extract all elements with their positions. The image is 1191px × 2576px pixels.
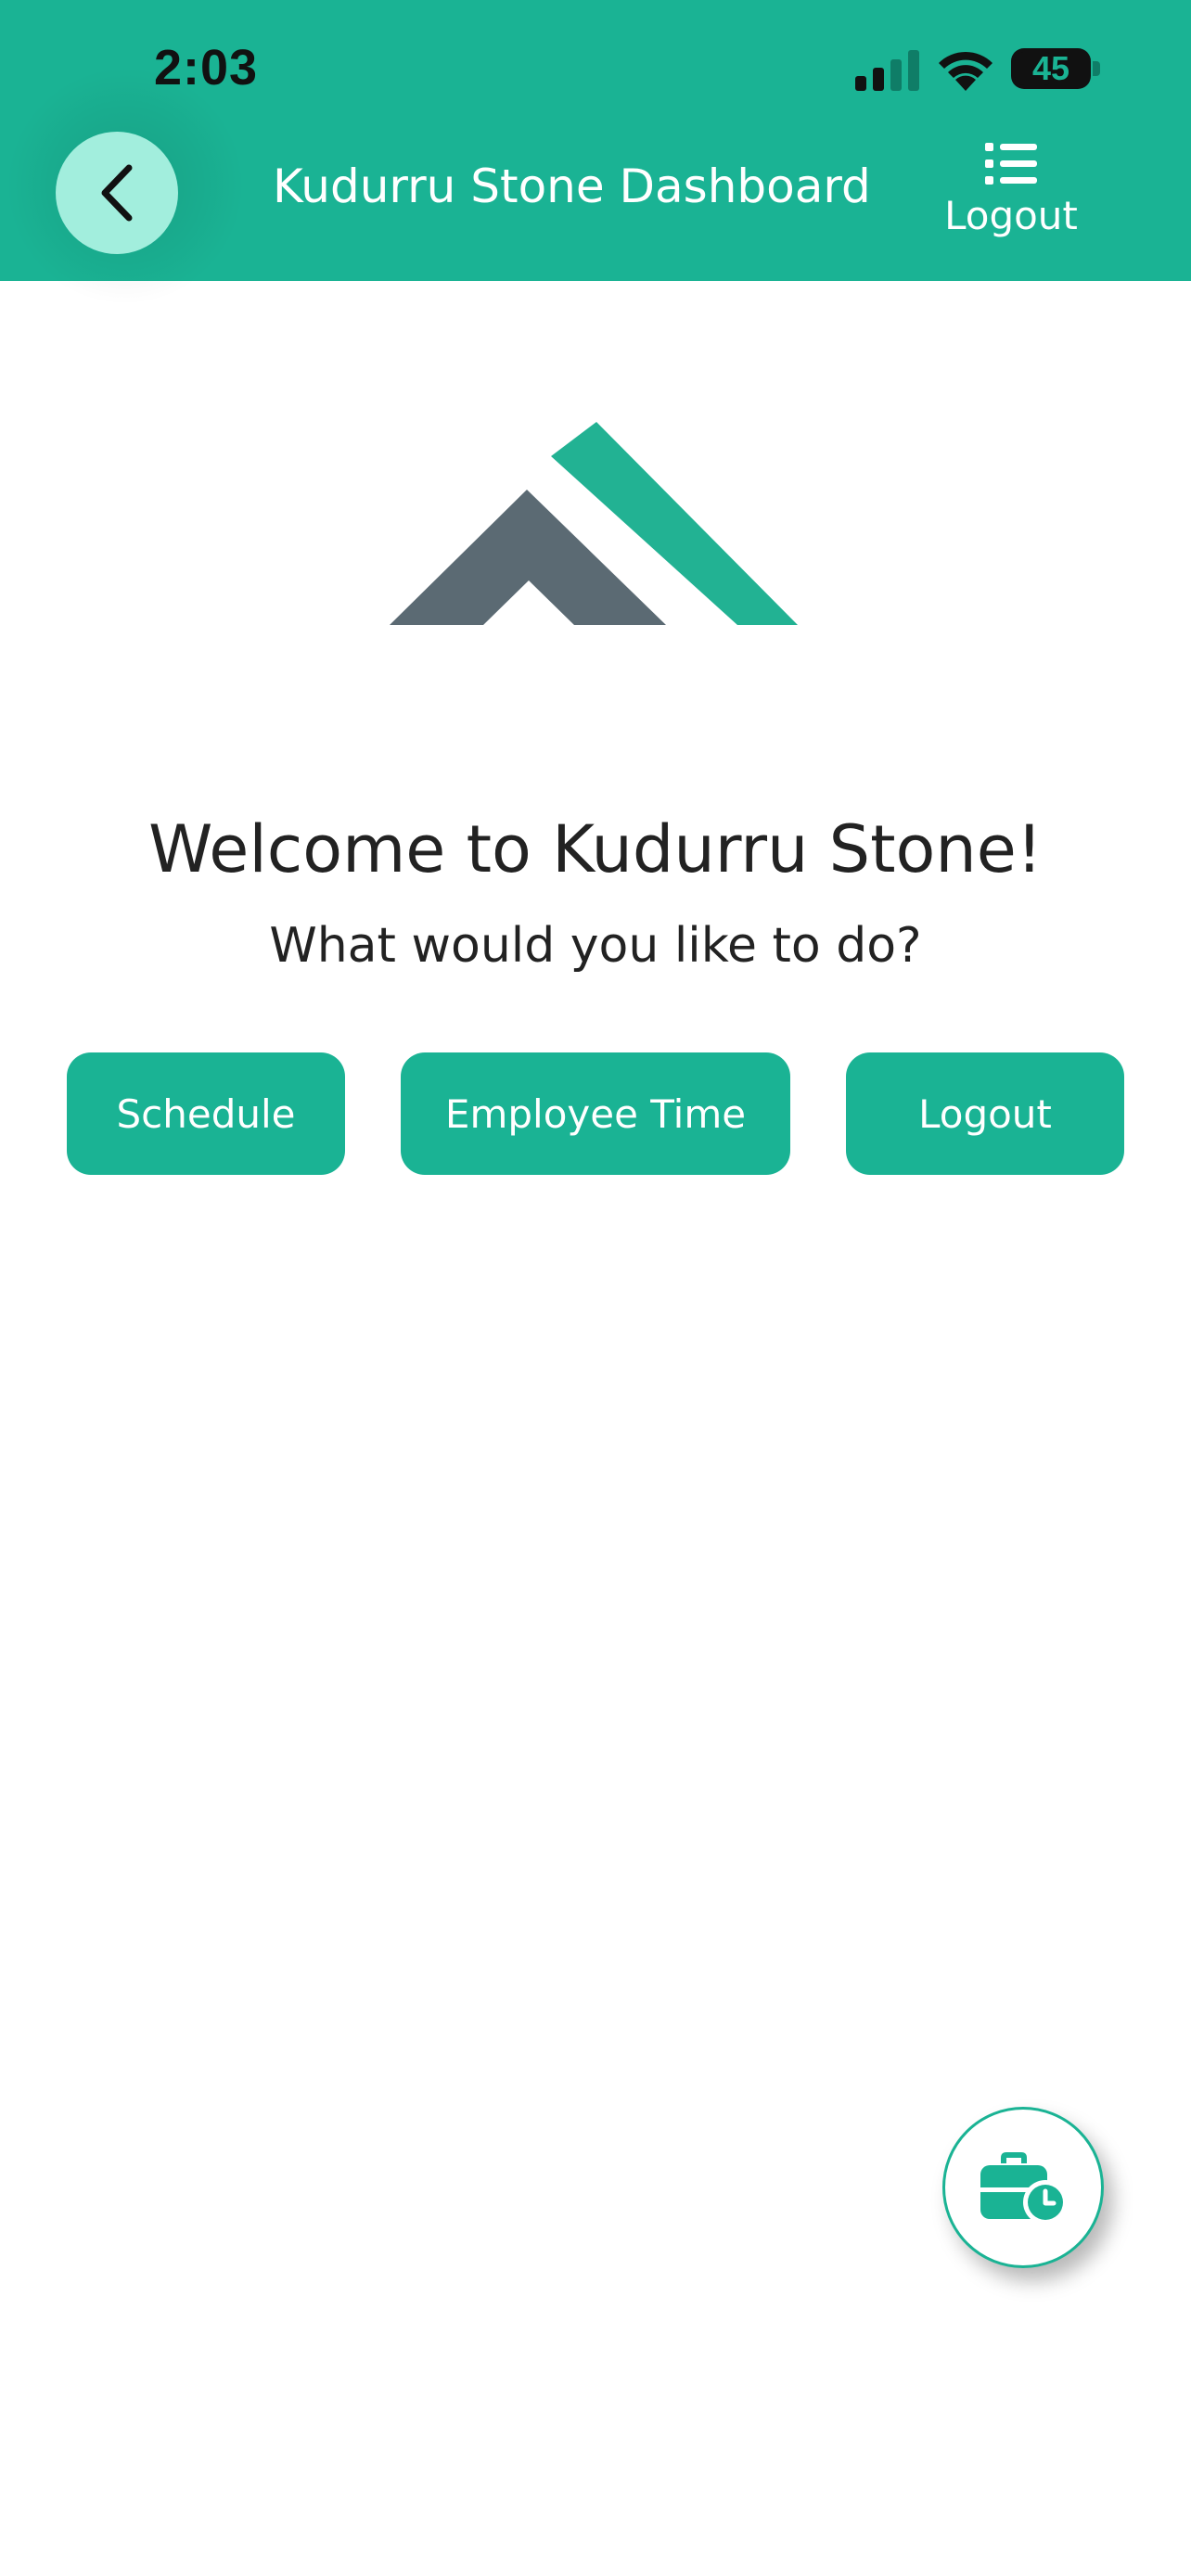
time-clock-fab[interactable]: [942, 2107, 1104, 2268]
kudurru-stone-logo-icon: [390, 422, 798, 625]
cellular-signal-icon: [855, 50, 919, 91]
employee-time-button[interactable]: Employee Time: [401, 1052, 790, 1175]
back-button[interactable]: [56, 132, 178, 254]
header-title: Kudurru Stone Dashboard: [273, 159, 871, 213]
schedule-button[interactable]: Schedule: [67, 1052, 345, 1175]
welcome-subtitle: What would you like to do?: [269, 918, 922, 974]
briefcase-clock-icon: [980, 2152, 1068, 2225]
app-header: 2:03 45 Kudurru Stone Dashboard Logout: [0, 0, 1191, 306]
battery-level: 45: [1031, 49, 1070, 87]
menu-logout-label: Logout: [944, 193, 1078, 238]
chevron-left-icon: [101, 164, 133, 222]
menu-logout-button[interactable]: Logout: [937, 139, 1085, 241]
logout-button[interactable]: Logout: [846, 1052, 1124, 1175]
welcome-title: Welcome to Kudurru Stone!: [148, 811, 1043, 887]
wifi-icon: [939, 51, 992, 91]
battery-icon: 45: [1011, 48, 1100, 91]
list-icon: [985, 143, 1037, 185]
